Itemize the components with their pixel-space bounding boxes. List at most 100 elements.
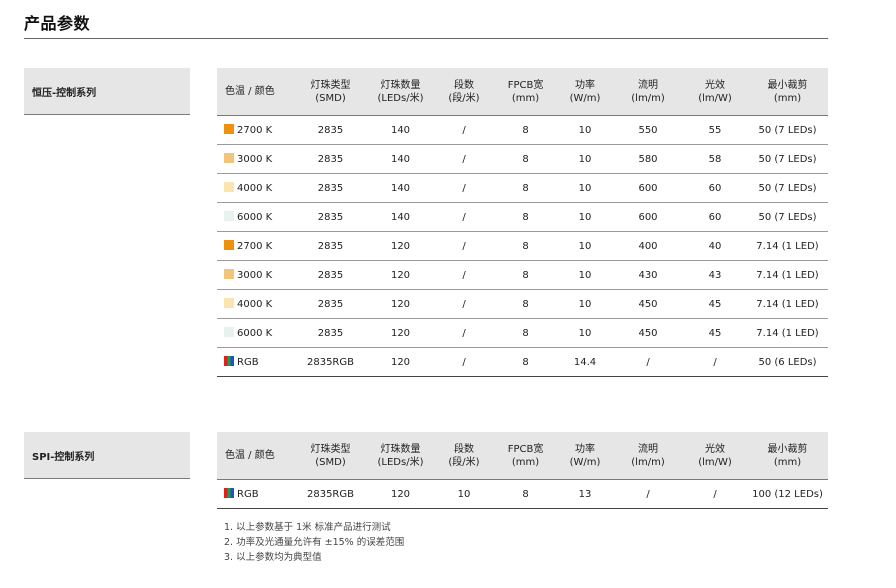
cell-min-cut: 50 (7 LEDs) — [747, 173, 828, 203]
color-swatch-icon — [224, 298, 234, 308]
cell-fpcb: 8 — [494, 347, 557, 377]
table-row: 3000 K 2835 140/8 10 580 58 50 (7 LEDs) — [217, 144, 828, 174]
cell-fpcb: 8 — [494, 202, 557, 232]
col-header-min-cut: 最小裁剪 (mm) — [747, 68, 828, 116]
cell-led-type: 2835 — [294, 115, 367, 145]
cell-efficacy: 60 — [683, 202, 747, 232]
cell-power: 10 — [557, 144, 613, 174]
series-label-spi: SPI-控制系列 — [24, 432, 190, 479]
cell-led-qty: 120 — [367, 289, 434, 319]
col-header-segments: 段数 (段/米) — [434, 68, 494, 116]
cell-efficacy: 43 — [683, 260, 747, 290]
cell-min-cut: 7.14 (1 LED) — [747, 260, 828, 290]
title-divider — [24, 38, 828, 39]
cell-led-qty: 120 — [367, 260, 434, 290]
cell-flux: 450 — [613, 318, 683, 348]
col-header-fpcb: FPCB宽 (mm) — [494, 432, 557, 480]
cell-efficacy: 40 — [683, 231, 747, 261]
cell-efficacy: 45 — [683, 318, 747, 348]
col-header-power: 功率 (W/m) — [557, 68, 613, 116]
table-row: RGB 2835RGB 120/8 14.4//50 (6 LEDs) — [217, 347, 828, 377]
series-label-constant-voltage: 恒压-控制系列 — [24, 68, 190, 115]
cell-color: 6000 K — [217, 318, 294, 348]
color-swatch-icon — [224, 153, 234, 163]
cell-led-qty: 120 — [367, 231, 434, 261]
color-label: 6000 K — [237, 212, 273, 223]
cell-led-qty: 140 — [367, 115, 434, 145]
cell-segments: / — [434, 173, 494, 203]
cell-segments: / — [434, 289, 494, 319]
cell-flux: 400 — [613, 231, 683, 261]
col-header-led-qty: 灯珠数量 (LEDs/米) — [367, 432, 434, 480]
table-row: 4000 K 2835 140/8 10 600 60 50 (7 LEDs) — [217, 173, 828, 203]
cell-min-cut: 50 (7 LEDs) — [747, 202, 828, 232]
table-body-spi: RGB 2835RGB 120 10 8 13//100 (12 LEDs) — [217, 479, 828, 509]
cell-flux: 430 — [613, 260, 683, 290]
cell-color: RGB — [217, 347, 294, 377]
cell-flux: / — [613, 479, 683, 509]
footnote: 1. 以上参数基于 1米 标准产品进行测试 — [224, 522, 391, 533]
rgb-swatch-icon — [224, 488, 234, 498]
cell-power: 10 — [557, 260, 613, 290]
footnote: 3. 以上参数均为典型值 — [224, 552, 322, 563]
cell-fpcb: 8 — [494, 289, 557, 319]
col-header-led-type: 灯珠类型 (SMD) — [294, 432, 367, 480]
cell-fpcb: 8 — [494, 479, 557, 509]
cell-flux: 580 — [613, 144, 683, 174]
cell-led-type: 2835 — [294, 289, 367, 319]
cell-color: 6000 K — [217, 202, 294, 232]
cell-power: 10 — [557, 231, 613, 261]
cell-led-type: 2835RGB — [294, 479, 367, 509]
color-label: RGB — [237, 357, 259, 368]
cell-fpcb: 8 — [494, 318, 557, 348]
cell-segments: 10 — [434, 479, 494, 509]
cell-color: 2700 K — [217, 231, 294, 261]
cell-led-qty: 140 — [367, 173, 434, 203]
cell-power: 10 — [557, 115, 613, 145]
color-label: 3000 K — [237, 154, 273, 165]
table-row: 2700 K 2835 140/8 10 550 55 50 (7 LEDs) — [217, 115, 828, 145]
table-row: 3000 K 2835 120/8 10 430 43 7.14 (1 LED) — [217, 260, 828, 290]
cell-flux: 450 — [613, 289, 683, 319]
cell-led-qty: 120 — [367, 318, 434, 348]
cell-efficacy: 55 — [683, 115, 747, 145]
cell-min-cut: 50 (6 LEDs) — [747, 347, 828, 377]
cell-fpcb: 8 — [494, 115, 557, 145]
col-header-power: 功率 (W/m) — [557, 432, 613, 480]
color-label: 4000 K — [237, 299, 273, 310]
spec-table-constant-voltage: 色温 / 颜色 灯珠类型 (SMD) 灯珠数量 (LEDs/米) 段数 (段/米) F… — [217, 68, 828, 377]
col-header-led-qty: 灯珠数量 (LEDs/米) — [367, 68, 434, 116]
cell-led-type: 2835 — [294, 144, 367, 174]
cell-led-type: 2835 — [294, 318, 367, 348]
color-label: RGB — [237, 489, 259, 500]
col-header-fpcb: FPCB宽 (mm) — [494, 68, 557, 116]
col-header-segments: 段数 (段/米) — [434, 432, 494, 480]
cell-fpcb: 8 — [494, 144, 557, 174]
cell-min-cut: 50 (7 LEDs) — [747, 144, 828, 174]
footnote: 2. 功率及光通量允许有 ±15% 的误差范围 — [224, 537, 405, 548]
cell-led-type: 2835 — [294, 231, 367, 261]
cell-min-cut: 50 (7 LEDs) — [747, 115, 828, 145]
color-label: 2700 K — [237, 125, 273, 136]
color-label: 2700 K — [237, 241, 273, 252]
col-header-color: 色温 / 颜色 — [217, 432, 294, 480]
footnotes: 1. 以上参数基于 1米 标准产品进行测试 2. 功率及光通量允许有 ±15% … — [224, 520, 404, 565]
color-label: 4000 K — [237, 183, 273, 194]
cell-color: 3000 K — [217, 260, 294, 290]
cell-efficacy: 60 — [683, 173, 747, 203]
color-label: 3000 K — [237, 270, 273, 281]
cell-color: 2700 K — [217, 115, 294, 145]
col-header-efficacy: 光效 (lm/W) — [683, 68, 747, 116]
table-row: 6000 K 2835 120/8 10 450 45 7.14 (1 LED) — [217, 318, 828, 348]
cell-led-type: 2835 — [294, 260, 367, 290]
cell-min-cut: 7.14 (1 LED) — [747, 318, 828, 348]
cell-segments: / — [434, 347, 494, 377]
cell-led-qty: 140 — [367, 144, 434, 174]
cell-segments: / — [434, 260, 494, 290]
cell-power: 10 — [557, 289, 613, 319]
cell-color: 3000 K — [217, 144, 294, 174]
cell-color: 4000 K — [217, 173, 294, 203]
col-header-flux: 流明 (lm/m) — [613, 432, 683, 480]
table-row: 4000 K 2835 120/8 10 450 45 7.14 (1 LED) — [217, 289, 828, 319]
table-header-row: 色温 / 颜色 灯珠类型 (SMD) 灯珠数量 (LEDs/米) 段数 (段/米) F… — [217, 432, 828, 480]
